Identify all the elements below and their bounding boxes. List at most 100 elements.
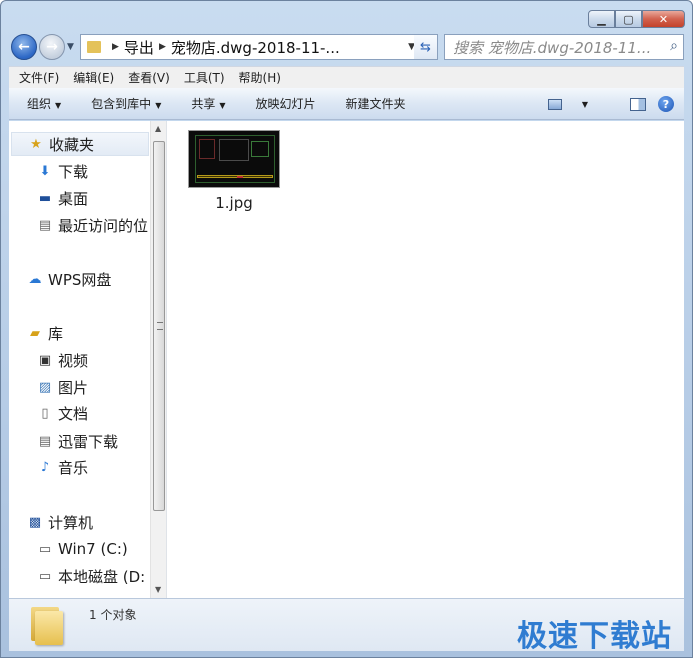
search-icon[interactable]: ⌕	[670, 38, 678, 54]
star-icon: ★	[30, 136, 42, 152]
scroll-down-icon[interactable]: ▼	[155, 585, 161, 594]
breadcrumb-item[interactable]: 导出	[124, 37, 154, 58]
chevron-down-icon: ▼	[55, 101, 62, 110]
include-library-button[interactable]: 包含到库中 ▼	[91, 95, 161, 112]
system-drive-icon: ▭	[38, 541, 52, 557]
sidebar-item-favorites[interactable]: ★ 收藏夹	[11, 132, 149, 156]
sidebar-item-drive-c[interactable]: ▭ Win7 (C:)	[37, 537, 128, 561]
navigation-bar: ← → ▼ ▶ 导出 ▶ 宠物店.dwg-2018-11-... ▼ ⇆ 搜索 …	[9, 32, 684, 62]
file-item[interactable]: 1.jpg	[188, 130, 280, 212]
navigation-scrollbar[interactable]: ▲ ▼	[150, 121, 166, 598]
preview-pane-icon[interactable]	[630, 97, 646, 111]
sidebar-item-label: 视频	[58, 351, 89, 370]
file-list[interactable]: 1.jpg	[168, 121, 684, 598]
new-folder-button[interactable]: 新建文件夹	[346, 95, 406, 112]
search-placeholder: 搜索 宠物店.dwg-2018-11...	[453, 38, 652, 57]
close-icon: ✕	[658, 12, 669, 26]
command-bar: 组织 ▼ 包含到库中 ▼ 共享 ▼ 放映幻灯片 新建文件夹 ▼ ?	[9, 88, 684, 120]
sidebar-item-videos[interactable]: ▣ 视频	[37, 348, 88, 372]
xunlei-download-icon: ▤	[38, 433, 52, 449]
sidebar-item-recent[interactable]: ▤ 最近访问的位	[37, 213, 148, 237]
refresh-icon: ⇆	[420, 39, 431, 55]
documents-icon: ▯	[41, 405, 49, 421]
caption-buttons: ▁ ▢ ✕	[588, 10, 685, 28]
sidebar-item-label: 库	[48, 324, 64, 343]
maximize-button[interactable]: ▢	[615, 10, 642, 28]
maximize-icon: ▢	[623, 12, 634, 26]
back-arrow-icon: ←	[18, 39, 30, 55]
music-icon: ♪	[40, 459, 50, 475]
view-options-icon	[547, 98, 562, 110]
menu-file[interactable]: 文件(F)	[19, 69, 59, 86]
sidebar-item-label: 图片	[58, 378, 89, 397]
forward-arrow-icon: →	[46, 39, 58, 55]
sidebar-item-drive-d[interactable]: ▭ 本地磁盘 (D:	[37, 564, 145, 588]
desktop-icon: ▬	[38, 190, 52, 206]
menu-view[interactable]: 查看(V)	[128, 69, 170, 86]
menu-bar: 文件(F) 编辑(E) 查看(V) 工具(T) 帮助(H)	[9, 66, 684, 88]
include-library-label: 包含到库中	[91, 97, 152, 111]
sidebar-item-xunlei[interactable]: ▤ 迅雷下载	[37, 429, 118, 453]
navigation-pane: ★ 收藏夹 ⬇ 下载 ▬ 桌面 ▤ 最近访问的位 ☁ WPS网盘 ▰ 库 ▣ 视频 ▨ 图片	[9, 121, 167, 598]
change-view-button[interactable]: ▼	[547, 98, 600, 110]
sidebar-item-label: WPS网盘	[48, 270, 112, 289]
chevron-down-icon: ▼	[219, 101, 226, 110]
sidebar-item-documents[interactable]: ▯ 文档	[37, 401, 88, 425]
help-icon[interactable]: ?	[658, 96, 674, 112]
scrollbar-thumb[interactable]	[153, 141, 165, 511]
scrollbar-grip-icon	[157, 322, 163, 330]
organize-button[interactable]: 组织 ▼	[27, 95, 61, 112]
sidebar-item-label: 迅雷下载	[58, 432, 119, 451]
menu-help[interactable]: 帮助(H)	[239, 69, 281, 86]
organize-label: 组织	[27, 97, 52, 111]
breadcrumb-separator-icon[interactable]: ▶	[159, 42, 166, 52]
slideshow-button[interactable]: 放映幻灯片	[256, 95, 316, 112]
command-bar-right: ▼ ?	[547, 88, 684, 120]
breadcrumb-separator-icon[interactable]: ▶	[112, 42, 119, 52]
item-count: 1 个对象	[89, 608, 137, 622]
forward-button[interactable]: →	[39, 34, 65, 60]
library-icon: ▰	[30, 325, 40, 341]
sidebar-item-label: 计算机	[48, 513, 94, 532]
computer-icon: ▩	[28, 514, 42, 530]
sidebar-item-label: 音乐	[58, 458, 89, 477]
minimize-button[interactable]: ▁	[588, 10, 615, 28]
sidebar-item-label: 本地磁盘 (D:	[58, 567, 146, 586]
sidebar-item-music[interactable]: ♪ 音乐	[37, 455, 88, 479]
chevron-down-icon: ▼	[581, 99, 588, 109]
breadcrumb-item[interactable]: 宠物店.dwg-2018-11-...	[171, 37, 340, 58]
video-icon: ▣	[38, 352, 52, 368]
sidebar-item-label: 收藏夹	[49, 135, 95, 154]
content-area: ★ 收藏夹 ⬇ 下载 ▬ 桌面 ▤ 最近访问的位 ☁ WPS网盘 ▰ 库 ▣ 视频 ▨ 图片	[9, 121, 684, 598]
sidebar-item-downloads[interactable]: ⬇ 下载	[37, 159, 88, 183]
jpg-thumbnail	[188, 130, 280, 188]
sidebar-item-libraries[interactable]: ▰ 库	[27, 321, 63, 345]
folder-icon	[87, 41, 101, 53]
watermark-logo: 极速下载站	[517, 619, 672, 654]
sidebar-item-pictures[interactable]: ▨ 图片	[37, 375, 88, 399]
sidebar-item-computer[interactable]: ▩ 计算机	[27, 510, 93, 534]
search-input[interactable]: 搜索 宠物店.dwg-2018-11... ⌕	[444, 34, 684, 60]
sidebar-item-desktop[interactable]: ▬ 桌面	[37, 186, 88, 210]
sidebar-item-label: 下载	[58, 162, 89, 181]
sidebar-item-label: 桌面	[58, 189, 89, 208]
share-label: 共享	[191, 97, 216, 111]
refresh-button[interactable]: ⇆	[414, 34, 438, 60]
address-bar[interactable]: ▶ 导出 ▶ 宠物店.dwg-2018-11-... ▼	[80, 34, 420, 60]
menu-edit[interactable]: 编辑(E)	[73, 69, 114, 86]
back-button[interactable]: ←	[11, 34, 37, 60]
recent-pages-dropdown[interactable]: ▼	[67, 42, 74, 52]
menu-tools[interactable]: 工具(T)	[184, 69, 225, 86]
share-button[interactable]: 共享 ▼	[191, 95, 225, 112]
local-drive-icon: ▭	[38, 568, 52, 584]
sidebar-item-label: Win7 (C:)	[58, 540, 128, 558]
folder-icon	[29, 605, 65, 645]
chevron-down-icon: ▼	[155, 101, 162, 110]
cloud-icon: ☁	[28, 271, 42, 287]
sidebar-item-label: 最近访问的位	[58, 216, 149, 235]
close-button[interactable]: ✕	[642, 10, 685, 28]
sidebar-item-wps-cloud[interactable]: ☁ WPS网盘	[27, 267, 112, 291]
downloads-folder-icon: ⬇	[39, 163, 51, 179]
pictures-icon: ▨	[38, 379, 52, 395]
scroll-up-icon[interactable]: ▲	[155, 124, 161, 133]
